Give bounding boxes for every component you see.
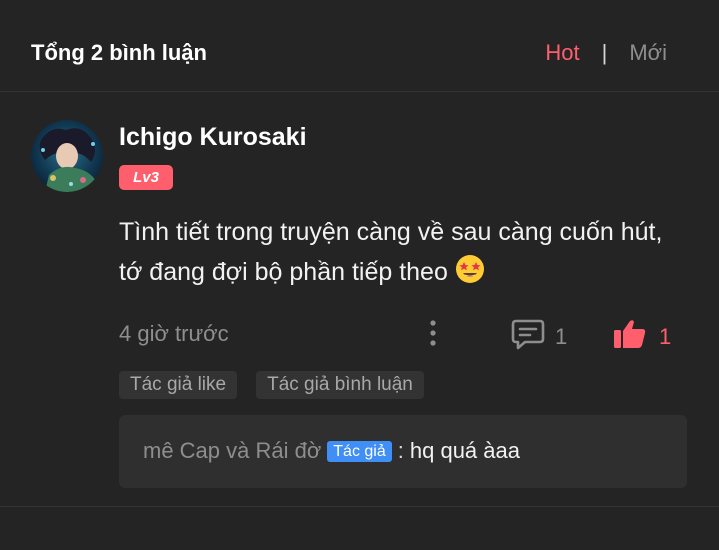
like-count: 1 — [659, 323, 672, 349]
comments-header: Tổng 2 bình luận Hot | Mới — [0, 0, 719, 92]
comment-content: Tình tiết trong truyện càng về sau càng … — [119, 212, 689, 292]
comment-time: 4 giờ trước — [119, 321, 229, 346]
like-button[interactable]: 1 — [613, 318, 671, 355]
reply-line: mê Cap và Rái đờ Tác giả : hq quá àaa — [143, 438, 520, 464]
level-badge: Lv3 — [119, 165, 173, 190]
star-struck-emoji-icon — [455, 254, 485, 284]
author-badge: Tác giả — [327, 440, 392, 462]
comment-username[interactable]: Ichigo Kurosaki — [119, 123, 307, 152]
reply-author[interactable]: mê Cap và Rái đờ — [143, 438, 321, 464]
sort-separator: | — [601, 40, 608, 65]
sort-switch: Hot | Mới — [545, 40, 667, 66]
reply-count: 1 — [555, 323, 568, 349]
comment-bubble-icon — [511, 318, 545, 355]
avatar[interactable] — [31, 120, 103, 192]
comment-item: Ichigo Kurosaki Lv3 Tình tiết trong truy… — [0, 92, 719, 507]
more-options-icon[interactable] — [423, 318, 443, 348]
reply-text: hq quá àaa — [409, 438, 520, 463]
comment-text: Tình tiết trong truyện càng về sau càng … — [119, 218, 663, 286]
author-tags: Tác giả like Tác giả bình luận — [119, 371, 443, 399]
reply-preview[interactable]: mê Cap và Rái đờ Tác giả : hq quá àaa — [119, 415, 687, 488]
author-like-tag: Tác giả like — [119, 371, 238, 399]
thumbs-up-icon — [613, 318, 647, 355]
sort-hot-tab[interactable]: Hot — [545, 40, 579, 66]
comment-meta: 4 giờ trước 1 1 — [119, 318, 679, 350]
sort-new-tab[interactable]: Mới — [629, 40, 667, 66]
author-comment-tag: Tác giả bình luận — [256, 371, 424, 399]
reply-colon: : — [397, 438, 404, 463]
reply-button[interactable]: 1 — [511, 318, 567, 355]
comments-count-title: Tổng 2 bình luận — [31, 40, 207, 65]
